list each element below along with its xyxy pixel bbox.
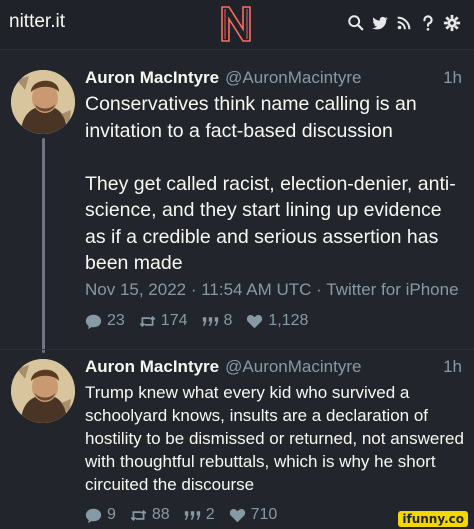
tweet-fullname[interactable]: Auron MacIntyre <box>85 68 219 88</box>
quote-stat[interactable]: 8 <box>202 312 233 330</box>
tweet-date[interactable]: 1h <box>443 357 462 377</box>
quote-count: 2 <box>205 506 215 523</box>
like-count: 1,128 <box>268 312 309 329</box>
retweet-icon <box>130 509 147 521</box>
reply-count: 23 <box>107 312 125 329</box>
tweet-stats: 23 174 8 1,128 <box>85 310 322 332</box>
like-stat[interactable]: 1,128 <box>246 312 308 330</box>
retweet-stat[interactable]: 174 <box>139 312 188 330</box>
retweet-count: 174 <box>160 312 188 329</box>
quote-stat[interactable]: 2 <box>184 506 215 524</box>
help-icon[interactable] <box>418 13 438 33</box>
tweet-published: Nov 15, 2022 · 11:54 AM UTC · Twitter fo… <box>85 280 459 299</box>
navbar: nitter.it <box>0 0 474 50</box>
tweet-username[interactable]: @AuronMacintyre <box>225 357 361 377</box>
comment-icon <box>85 314 102 329</box>
quote-icon <box>202 316 218 326</box>
reply-stat[interactable]: 23 <box>85 312 125 330</box>
tweet-username[interactable]: @AuronMacintyre <box>225 68 361 88</box>
reply-count: 9 <box>107 506 116 523</box>
avatar[interactable] <box>11 359 75 423</box>
tweet-separator <box>0 349 474 350</box>
search-icon[interactable] <box>346 13 366 33</box>
reply-stat[interactable]: 9 <box>85 506 116 524</box>
tweet-fullname[interactable]: Auron MacIntyre <box>85 357 219 377</box>
comment-icon <box>85 508 102 523</box>
avatar[interactable] <box>11 70 75 134</box>
tweet-content: Conservatives think name calling is an i… <box>85 93 456 274</box>
heart-icon <box>247 314 263 328</box>
retweet-icon <box>139 315 156 327</box>
rss-icon[interactable] <box>394 13 414 33</box>
twitter-bird-icon[interactable] <box>370 13 390 33</box>
heart-icon <box>229 508 245 522</box>
tweet-header: Auron MacIntyre @AuronMacintyre <box>85 68 361 92</box>
nav-icons <box>346 12 462 34</box>
ifunny-watermark: ifunny.co <box>398 511 468 527</box>
retweet-count: 88 <box>151 506 170 523</box>
tweet-stats: 9 88 2 710 <box>85 504 291 526</box>
tweet-header: Auron MacIntyre @AuronMacintyre <box>85 357 361 381</box>
nitter-logo-icon[interactable] <box>218 3 254 45</box>
site-name-link[interactable]: nitter.it <box>9 11 65 33</box>
like-count: 710 <box>250 506 278 523</box>
retweet-stat[interactable]: 88 <box>130 506 170 524</box>
tweet-content: Trump knew what every kid who survived a… <box>85 383 469 494</box>
settings-icon[interactable] <box>442 13 462 33</box>
thread-line <box>42 138 45 353</box>
quote-icon <box>184 510 200 520</box>
like-stat[interactable]: 710 <box>229 506 278 524</box>
quote-count: 8 <box>223 312 233 329</box>
tweet-date[interactable]: 1h <box>443 68 462 88</box>
